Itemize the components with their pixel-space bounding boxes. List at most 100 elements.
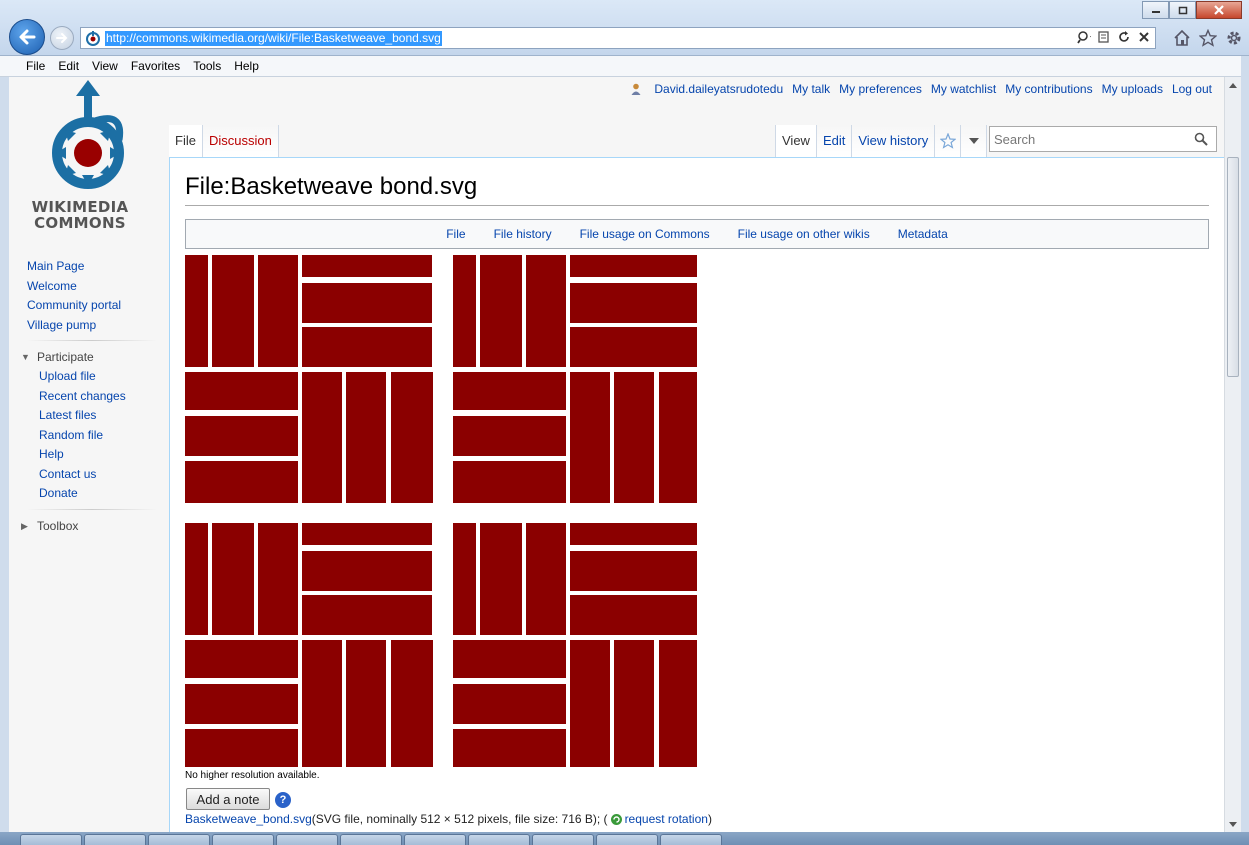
logo-line-2: COMMONS (34, 214, 126, 232)
address-actions (1077, 30, 1151, 44)
toc-file-link[interactable]: File (446, 227, 465, 241)
compatibility-view-button[interactable] (1097, 30, 1111, 44)
username[interactable]: David.daileyatsrudotedu (654, 82, 783, 96)
refresh-button[interactable] (1117, 30, 1131, 44)
scrollbar-thumb[interactable] (1227, 157, 1239, 377)
back-button[interactable] (9, 19, 45, 55)
chevron-down-icon (1229, 821, 1237, 827)
my-preferences-link[interactable]: My preferences (839, 82, 922, 96)
user-icon (631, 83, 641, 95)
menu-tools[interactable]: Tools (193, 59, 221, 73)
toolbox-heading[interactable]: ▶ Toolbox (9, 516, 167, 536)
tab-discussion[interactable]: Discussion (202, 125, 279, 157)
refresh-icon (1119, 31, 1129, 42)
taskbar-button[interactable] (212, 834, 274, 845)
sidebar-item-village-pump[interactable]: Village pump (9, 316, 167, 336)
minimize-button[interactable] (1142, 1, 1169, 19)
basketweave-bond-image[interactable] (185, 255, 697, 767)
scroll-up-button[interactable] (1225, 77, 1241, 93)
browser-toolbar: http://commons.wikimedia.org/wiki/File:B… (0, 0, 1249, 56)
taskbar-button[interactable] (20, 834, 82, 845)
my-uploads-link[interactable]: My uploads (1102, 82, 1163, 96)
menu-file[interactable]: File (26, 59, 45, 73)
search-button[interactable] (1190, 128, 1212, 150)
resolution-note: No higher resolution available. (185, 770, 320, 781)
star-icon (1199, 29, 1217, 47)
participate-label: Participate (37, 350, 94, 364)
my-watchlist-link[interactable]: My watchlist (931, 82, 996, 96)
sidebar-item-community-portal[interactable]: Community portal (9, 296, 167, 316)
sidebar-item-recent-changes[interactable]: Recent changes (9, 387, 167, 407)
watch-star-button[interactable] (935, 125, 962, 157)
tab-view-history[interactable]: View history (852, 125, 936, 157)
page-title: File:Basketweave bond.svg (185, 171, 1209, 206)
more-actions-dropdown[interactable] (961, 125, 988, 157)
gear-icon (1227, 31, 1241, 45)
browser-right-icons (1173, 29, 1243, 47)
toc-metadata-link[interactable]: Metadata (898, 227, 948, 241)
sidebar-item-donate[interactable]: Donate (9, 484, 167, 504)
minimize-icon (1151, 11, 1160, 13)
tools-button[interactable] (1225, 29, 1243, 47)
sidebar-item-contact-us[interactable]: Contact us (9, 465, 167, 485)
favorites-button[interactable] (1199, 29, 1217, 47)
content-area: File:Basketweave bond.svg File File hist… (169, 157, 1224, 832)
taskbar-button[interactable] (532, 834, 594, 845)
toc-file-usage-other-wikis-link[interactable]: File usage on other wikis (738, 227, 870, 241)
magnifier-icon (1077, 31, 1091, 44)
menu-edit[interactable]: Edit (58, 59, 79, 73)
file-info: Basketweave_bond.svg (SVG file, nominall… (185, 812, 712, 826)
tab-file[interactable]: File (169, 125, 203, 157)
search-input[interactable] (990, 128, 1190, 150)
sidebar-item-upload-file[interactable]: Upload file (9, 367, 167, 387)
stop-button[interactable] (1137, 30, 1151, 44)
my-talk-link[interactable]: My talk (792, 82, 830, 96)
search-dropdown-button[interactable] (1077, 30, 1091, 44)
url-text[interactable]: http://commons.wikimedia.org/wiki/File:B… (105, 30, 442, 46)
sidebar-item-welcome[interactable]: Welcome (9, 277, 167, 297)
user-page-link[interactable]: David.daileyatsrudotedu (631, 82, 783, 96)
menu-view[interactable]: View (92, 59, 118, 73)
taskbar-button[interactable] (404, 834, 466, 845)
sidebar-item-main-page[interactable]: Main Page (9, 257, 167, 277)
sidebar-divider (27, 508, 157, 510)
close-icon (1214, 5, 1224, 15)
tab-edit[interactable]: Edit (816, 125, 853, 157)
restore-button[interactable] (1169, 1, 1196, 19)
log-out-link[interactable]: Log out (1172, 82, 1212, 96)
taskbar-button[interactable] (84, 834, 146, 845)
toc-file-history-link[interactable]: File history (494, 227, 552, 241)
participate-heading[interactable]: ▼ Participate (9, 347, 167, 367)
add-note-button[interactable]: Add a note (186, 788, 270, 810)
taskbar-button[interactable] (596, 834, 658, 845)
taskbar-button[interactable] (148, 834, 210, 845)
help-icon[interactable]: ? (275, 792, 291, 808)
scroll-down-button[interactable] (1225, 816, 1241, 832)
menu-bar: File Edit View Favorites Tools Help (0, 56, 1249, 77)
view-tabs: View Edit View history (775, 125, 988, 157)
address-bar[interactable]: http://commons.wikimedia.org/wiki/File:B… (80, 27, 1156, 49)
sidebar-item-latest-files[interactable]: Latest files (9, 406, 167, 426)
sidebar: Main Page Welcome Community portal Villa… (9, 257, 167, 536)
taskbar-button[interactable] (468, 834, 530, 845)
file-link[interactable]: Basketweave_bond.svg (185, 812, 312, 826)
sidebar-item-help[interactable]: Help (9, 445, 167, 465)
menu-help[interactable]: Help (234, 59, 259, 73)
taskbar-button[interactable] (276, 834, 338, 845)
my-contributions-link[interactable]: My contributions (1005, 82, 1092, 96)
home-button[interactable] (1173, 29, 1191, 47)
search-icon (1194, 132, 1208, 146)
request-rotation-link[interactable]: request rotation (625, 812, 708, 826)
vertical-scrollbar[interactable] (1224, 77, 1241, 832)
menu-favorites[interactable]: Favorites (131, 59, 180, 73)
home-icon (1174, 29, 1190, 46)
tab-view[interactable]: View (775, 125, 817, 157)
close-window-button[interactable] (1196, 1, 1242, 19)
chevron-down-icon (968, 138, 979, 144)
taskbar-button[interactable] (340, 834, 402, 845)
taskbar-button[interactable] (660, 834, 722, 845)
window-frame-right (1241, 56, 1249, 845)
forward-button[interactable] (50, 26, 74, 50)
toc-file-usage-commons-link[interactable]: File usage on Commons (580, 227, 710, 241)
sidebar-item-random-file[interactable]: Random file (9, 426, 167, 446)
